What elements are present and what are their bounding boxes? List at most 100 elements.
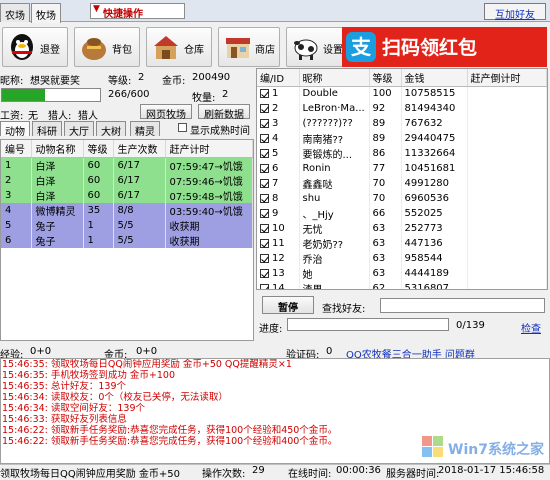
subtab-hall[interactable]: 大厅 (64, 121, 94, 138)
table-row[interactable]: 4 微博精灵 35 8/8 03:59:40→饥饿 (1, 202, 253, 218)
friend-id: 12 (272, 253, 285, 264)
cell-level: 60 (83, 157, 114, 173)
check-link[interactable]: 检查 (521, 320, 541, 335)
friend-checkbox[interactable] (260, 88, 269, 98)
cell-name: 鑫鑫哒 (299, 176, 370, 191)
col-friend-id[interactable]: 编/ID (257, 69, 300, 87)
warehouse-icon (154, 36, 178, 59)
cell-countdown (467, 86, 547, 101)
table-row[interactable]: 7 鑫鑫哒 70 4991280 (257, 176, 547, 191)
settings-icon (294, 39, 318, 60)
quick-operation-dropdown[interactable]: ▼ 快捷操作 (90, 3, 185, 20)
shop-button[interactable]: 商店 (218, 27, 280, 67)
pause-button[interactable]: 暂停 (262, 296, 314, 314)
table-row[interactable]: 14 渣男625316807 (257, 281, 547, 289)
friend-checkbox[interactable] (260, 283, 269, 289)
subtab-research[interactable]: 科研 (32, 121, 62, 138)
table-row[interactable]: 2 LeBron·Ma... 92 81494340 (257, 101, 547, 116)
search-friend-input[interactable] (380, 298, 545, 313)
subtab-sprite[interactable]: 精灵 (130, 121, 160, 138)
table-row[interactable]: 12 乔治 63 958544 (257, 251, 547, 266)
friend-checkbox[interactable] (260, 118, 269, 128)
table-row[interactable]: 3 白泽 60 6/17 07:59:48→饥饿 (1, 187, 253, 203)
col-friend-nickname[interactable]: 昵称 (299, 69, 370, 87)
cell-level: 63 (369, 251, 402, 266)
table-row[interactable]: 8 shu 70 6960536 (257, 191, 547, 206)
tab-farm[interactable]: 农场 (0, 3, 30, 22)
warehouse-label: 仓库 (184, 45, 204, 56)
tab-pasture[interactable]: 牧场 (31, 3, 61, 23)
col-friend-countdown[interactable]: 赶产倒计时 (467, 69, 547, 87)
friend-checkbox[interactable] (260, 148, 269, 158)
cell-name: 兔子 (31, 232, 84, 248)
col-friend-money[interactable]: 金钱 (401, 69, 468, 87)
col-timer[interactable]: 赶产计时 (165, 140, 253, 158)
show-maturity-time-checkbox[interactable] (178, 123, 187, 132)
table-row[interactable]: 6 兔子 1 5/5 收获期 (1, 232, 253, 248)
cell-id: 2 (257, 101, 300, 116)
logout-button[interactable]: 退登 (2, 27, 68, 67)
settings-button[interactable]: 设置 (286, 27, 348, 67)
col-friend-level[interactable]: 等级 (369, 69, 402, 87)
friend-checkbox[interactable] (260, 253, 269, 263)
friend-checkbox[interactable] (260, 133, 269, 143)
table-row[interactable]: 5 要锻炼的... 86 11332664 (257, 146, 547, 161)
friend-id: 13 (272, 268, 285, 279)
cell-countdown (467, 116, 547, 131)
warehouse-button[interactable]: 仓库 (146, 27, 212, 67)
cell-id: 1 (1, 157, 32, 173)
subtab-tree[interactable]: 大树 (96, 121, 126, 138)
table-row[interactable]: 13 她 63 4444189 (257, 266, 547, 281)
friend-checkbox[interactable] (260, 193, 269, 203)
table-row[interactable]: 9 、_Hjy 66 552025 (257, 206, 547, 221)
cell-name: 兔子 (31, 217, 84, 233)
add-friend-button[interactable]: 互加好友 (484, 3, 546, 21)
cell-name: 、_Hjy (299, 206, 370, 221)
table-row[interactable]: 6 Ronin 77 10451681 (257, 161, 547, 176)
cell-countdown (467, 161, 547, 176)
table-row[interactable]: 2 白泽 60 6/17 07:59:46→饥饿 (1, 172, 253, 188)
cell-countdown (467, 146, 547, 161)
col-level[interactable]: 等级 (83, 140, 114, 158)
cell-name: 白泽 (31, 172, 84, 188)
cell-level: 70 (369, 176, 402, 191)
cell-name: (??????)?? (299, 116, 370, 131)
cell-name: 要锻炼的... (299, 146, 370, 161)
status-code-value: 0 (326, 346, 333, 357)
friend-checkbox[interactable] (260, 268, 269, 278)
log-line: 15:46:33: 获取好友列表信息 (2, 414, 127, 425)
table-row[interactable]: 5 兔子 1 5/5 收获期 (1, 217, 253, 233)
table-row[interactable]: 10 无忧 63 252773 (257, 221, 547, 236)
cell-countdown (467, 176, 547, 191)
refresh-data-button[interactable]: 刷新数据 (198, 104, 250, 121)
subtab-animals[interactable]: 动物 (0, 121, 30, 138)
alipay-icon: 支 (346, 32, 376, 62)
cell-timer: 收获期 (165, 217, 253, 233)
col-animal-name[interactable]: 动物名称 (31, 140, 84, 158)
log-line: 15:46:34: 读取校友：0个（校友已关停，无法读取） (2, 392, 228, 403)
friend-checkbox[interactable] (260, 163, 269, 173)
bag-button[interactable]: 背包 (74, 27, 140, 67)
level-label: 等级: (108, 76, 132, 87)
table-row[interactable]: 11 老奶奶?? 63 447136 (257, 236, 547, 251)
col-id[interactable]: 编号 (1, 140, 32, 158)
cell-timer: 07:59:48→饥饿 (165, 187, 253, 203)
friend-checkbox[interactable] (260, 223, 269, 233)
cell-name: 无忧 (299, 221, 370, 236)
cell-count: 6/17 (113, 172, 166, 188)
friend-checkbox[interactable] (260, 103, 269, 113)
cell-countdown (467, 131, 547, 146)
table-row[interactable]: 4 南南猪?? 89 29440475 (257, 131, 547, 146)
table-row[interactable]: 1 Double 100 10758515 (257, 86, 547, 101)
friend-checkbox[interactable] (260, 208, 269, 218)
friend-checkbox[interactable] (260, 238, 269, 248)
friend-checkbox[interactable] (260, 178, 269, 188)
cell-money: 4444189 (401, 266, 468, 281)
web-pasture-button[interactable]: 网页牧场 (140, 104, 192, 121)
red-envelope-ad-banner[interactable]: 支 扫码领红包 (342, 27, 547, 67)
cell-countdown (467, 191, 547, 206)
col-produce-count[interactable]: 生产次数 (113, 140, 166, 158)
settings-label: 设置 (323, 45, 343, 56)
table-row[interactable]: 1 白泽 60 6/17 07:59:47→饥饿 (1, 157, 253, 173)
table-row[interactable]: 3 (??????)?? 89 767632 (257, 116, 547, 131)
